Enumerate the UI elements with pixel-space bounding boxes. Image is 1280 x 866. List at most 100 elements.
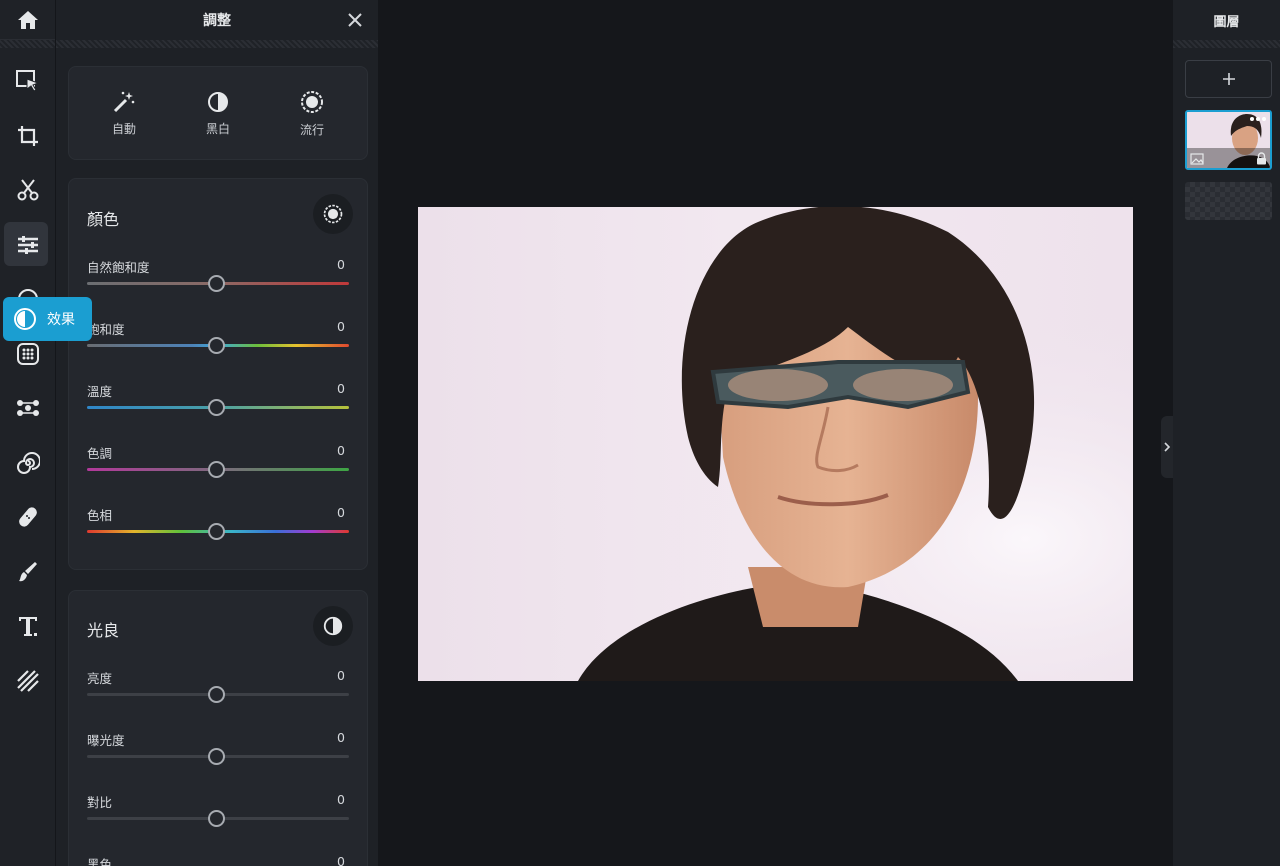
exposure-value: 0 xyxy=(337,730,345,745)
sun-gear-icon xyxy=(301,90,323,113)
tool-heal[interactable] xyxy=(0,490,56,545)
panel-divider xyxy=(56,40,378,48)
blacks-label: 黑色 xyxy=(87,857,113,866)
quick-pop-button[interactable]: 流行 xyxy=(267,89,357,138)
light-auto-button[interactable] xyxy=(313,606,353,646)
tint-slider[interactable]: 色調 0 xyxy=(87,443,349,493)
vibrance-value: 0 xyxy=(337,257,345,272)
blacks-value: 0 xyxy=(337,854,345,866)
layers-collapse-toggle[interactable] xyxy=(1161,416,1173,478)
tool-list xyxy=(0,48,55,708)
select-arrow-icon xyxy=(16,70,40,92)
tool-rail xyxy=(0,0,56,866)
tool-liquify[interactable] xyxy=(0,381,56,436)
layers-header: 圖層 xyxy=(1173,0,1280,40)
quick-adjust-card: 自動 黑白 流行 xyxy=(68,66,368,160)
temperature-slider[interactable]: 溫度 0 xyxy=(87,381,349,431)
diagonal-lines-icon xyxy=(17,669,39,692)
lock-icon[interactable] xyxy=(1256,152,1267,165)
spiral-icon xyxy=(17,451,40,474)
layers-divider xyxy=(1173,40,1280,48)
layers-panel: 圖層 xyxy=(1173,0,1280,866)
exposure-label: 曝光度 xyxy=(87,733,125,748)
plus-icon xyxy=(1222,73,1235,85)
tool-overlay[interactable] xyxy=(0,654,56,709)
tool-text[interactable] xyxy=(0,599,56,654)
tool-select[interactable] xyxy=(0,54,56,109)
vibrance-slider[interactable]: 自然飽和度 0 xyxy=(87,257,349,307)
quick-bw-button[interactable]: 黑白 xyxy=(173,90,263,137)
tint-knob[interactable] xyxy=(208,461,225,478)
photo-editor: 效果 調整 自動 黑白 流行 顏色 自然飽和度 0 飽和度 0 溫度 0 色調 … xyxy=(0,0,1280,866)
temperature-label: 溫度 xyxy=(87,384,113,399)
crop-icon xyxy=(18,125,38,146)
add-layer-button[interactable] xyxy=(1185,60,1272,98)
bandage-icon xyxy=(19,507,37,527)
image-canvas[interactable] xyxy=(379,0,1173,866)
magic-wand-icon xyxy=(113,91,135,112)
color-card: 顏色 自然飽和度 0 飽和度 0 溫度 0 色調 0 色相 0 xyxy=(68,178,368,570)
half-circle-icon xyxy=(323,616,343,636)
tint-value: 0 xyxy=(337,443,345,458)
effects-half-circle-icon xyxy=(14,308,36,330)
contrast-slider[interactable]: 對比 0 xyxy=(87,792,349,842)
vibrance-knob[interactable] xyxy=(208,275,225,292)
quick-auto-button[interactable]: 自動 xyxy=(79,90,169,137)
effects-tooltip: 效果 xyxy=(3,297,92,341)
saturation-slider[interactable]: 飽和度 0 xyxy=(87,319,349,369)
image-icon xyxy=(1190,153,1204,165)
brightness-slider[interactable]: 亮度 0 xyxy=(87,668,349,718)
quick-pop-label: 流行 xyxy=(299,122,324,137)
tool-brush[interactable] xyxy=(0,545,56,600)
chevron-right-icon xyxy=(1164,442,1171,452)
dots-grid-icon xyxy=(17,342,39,365)
nodes-icon xyxy=(17,400,39,417)
brightness-label: 亮度 xyxy=(87,671,113,686)
brightness-knob[interactable] xyxy=(208,686,225,703)
portrait-illustration xyxy=(418,207,1133,681)
sliders-icon xyxy=(18,235,38,254)
adjust-panel: 調整 自動 黑白 流行 顏色 自然飽和度 0 飽和度 0 溫度 0 色調 0 色… xyxy=(56,0,378,866)
tool-cut[interactable] xyxy=(0,163,56,218)
brightness-value: 0 xyxy=(337,668,345,683)
contrast-label: 對比 xyxy=(87,795,113,810)
half-circle-icon xyxy=(208,91,228,112)
temperature-value: 0 xyxy=(337,381,345,396)
home-button[interactable] xyxy=(0,0,55,40)
portrait-photo[interactable] xyxy=(418,207,1133,681)
tool-crop[interactable] xyxy=(0,109,56,164)
light-card: 光良 亮度 0 曝光度 0 對比 0 黑色 0 xyxy=(68,590,368,866)
hue-value: 0 xyxy=(337,505,345,520)
contrast-value: 0 xyxy=(337,792,345,807)
saturation-value: 0 xyxy=(337,319,345,334)
quick-auto-label: 自動 xyxy=(111,121,136,136)
rail-divider xyxy=(0,40,55,48)
layer-thumbnail-photo[interactable] xyxy=(1185,110,1272,170)
home-icon xyxy=(17,10,38,29)
tool-distort[interactable] xyxy=(0,436,56,491)
exposure-slider[interactable]: 曝光度 0 xyxy=(87,730,349,780)
temperature-knob[interactable] xyxy=(208,399,225,416)
light-section-title: 光良 xyxy=(87,621,120,640)
scissors-icon xyxy=(17,179,39,201)
effects-tooltip-label: 效果 xyxy=(47,312,75,328)
layers-title: 圖層 xyxy=(1213,14,1240,30)
more-options-icon[interactable] xyxy=(1249,116,1267,122)
hue-slider[interactable]: 色相 0 xyxy=(87,505,349,555)
close-icon[interactable] xyxy=(346,11,364,29)
sun-gear-icon xyxy=(323,204,343,224)
blacks-slider[interactable]: 黑色 0 xyxy=(87,854,349,866)
exposure-knob[interactable] xyxy=(208,748,225,765)
vibrance-label: 自然飽和度 xyxy=(87,260,150,275)
contrast-knob[interactable] xyxy=(208,810,225,827)
color-auto-button[interactable] xyxy=(313,194,353,234)
panel-title: 調整 xyxy=(203,13,231,29)
saturation-knob[interactable] xyxy=(208,337,225,354)
quick-bw-label: 黑白 xyxy=(205,121,230,136)
panel-header: 調整 xyxy=(56,0,378,40)
layer-transparent[interactable] xyxy=(1185,182,1272,220)
tool-adjust[interactable] xyxy=(0,218,56,273)
hue-knob[interactable] xyxy=(208,523,225,540)
tint-label: 色調 xyxy=(87,446,113,461)
text-icon xyxy=(19,617,37,637)
